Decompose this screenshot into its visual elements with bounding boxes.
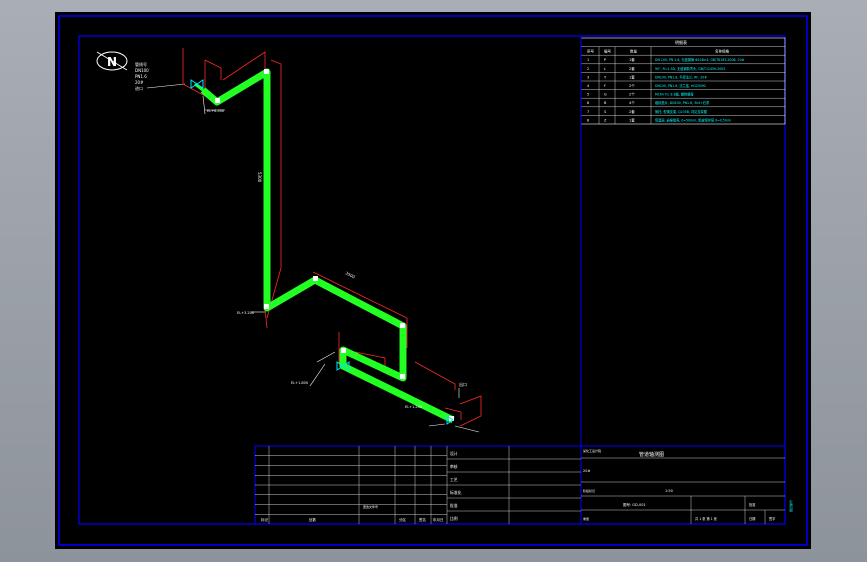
tb-label: 分区 [399, 517, 407, 522]
svg-text:管线号: 管线号 [135, 61, 147, 67]
parts-row-qty: 1套 [629, 74, 635, 79]
red-construction-lines [182, 48, 482, 427]
fitting-marker [341, 348, 346, 353]
elevation-low: EL+1.800 [291, 381, 308, 385]
parts-row-no: 3 [587, 75, 589, 79]
elevation-bot: EL+1.200 [405, 405, 422, 409]
edge-note: 图纸编号 [788, 500, 793, 512]
parts-table-header: 数量 [630, 49, 638, 54]
parts-row-qty: 4个 [629, 100, 635, 105]
tb-material: 20# [583, 469, 590, 473]
fittings [215, 69, 454, 421]
pipe-segment [200, 68, 455, 424]
inlet-label: 进口 [135, 85, 143, 91]
tb-company: 某化工设计院 [583, 448, 601, 453]
tb-label: 年月日 [433, 517, 444, 522]
parts-table: 明细表序号 编号 数量 名称规格 1 P 1套 DN 100, PN 1.6, 无缝钢管 Φ1… [580, 37, 786, 125]
parts-row-desc: M16×70, 8.8级, 螺栓螺母 [655, 92, 694, 97]
compass-label: N [107, 55, 117, 69]
parts-row-qty: 1套 [629, 57, 635, 62]
tb-label: 签名 [419, 517, 426, 522]
tb-scale: 1:50 [665, 489, 673, 493]
tb-footer: 日期 [749, 516, 755, 521]
tb-sheet: 共 1 张 第 1 张 [695, 516, 718, 521]
svg-text:DN100: DN100 [135, 68, 149, 73]
parts-row-desc: 管托, 型钢支架, Q235B, 详见支架图 [655, 109, 707, 114]
parts-row-no: 2 [587, 67, 589, 71]
leaders [202, 95, 480, 433]
parts-row-desc: DN100, PN1.6, 法兰盖, HG20592 [655, 83, 706, 88]
fitting-marker [264, 304, 269, 309]
tb-label: 处数 [309, 517, 317, 522]
svg-text:20#: 20# [135, 80, 144, 85]
drawing-viewport[interactable]: N 管线号 DN100 PN1.6 20# 进口 5300 3500 EL+6.… [55, 12, 811, 549]
parts-row-code: B [604, 101, 607, 105]
parts-row-no: 5 [587, 93, 589, 97]
tb-sign-label: 比例 [450, 516, 458, 521]
parts-row-code: F [604, 84, 606, 88]
elevation-top: EL+6.500 [207, 109, 224, 113]
elevation-mid: EL+3.200 [237, 311, 254, 315]
tb-sign-label: 批准 [450, 503, 458, 508]
parts-row-code: L [604, 67, 606, 71]
parts-row-code: Z [604, 118, 607, 122]
parts-table-header: 编号 [604, 49, 612, 54]
title-block: 标记 处数 分区 签名 年月日 更改文件号 设计审核工艺标准化批准比例 某化工设计院管道轴测图… [254, 445, 786, 525]
inlet-callout: 管线号 DN100 PN1.6 20# 进口 [135, 61, 186, 91]
fitting-marker [400, 374, 405, 379]
parts-row-qty: 1套 [629, 117, 635, 122]
tb-sign-label: 工艺 [450, 477, 458, 482]
tb-drawing-no: 图号: GD-001 [623, 502, 646, 507]
parts-row-desc: DN100, PN1.6, 平焊法兰, RF, 20# [655, 74, 707, 79]
cad-window: N 管线号 DN100 PN1.6 20# 进口 5300 3500 EL+6.… [0, 0, 867, 562]
parts-row-qty: 2个 [629, 92, 635, 97]
outlet-label: 出口 [459, 381, 467, 387]
north-compass: N [96, 51, 128, 71]
pipe-route [194, 68, 455, 424]
dim-vertical: 5300 [257, 172, 262, 183]
parts-table-header: 序号 [587, 49, 595, 54]
parts-row-desc: 缠绕垫片, DN100, PN1.6, 304+石墨 [655, 100, 710, 105]
parts-row-qty: 2套 [629, 109, 635, 114]
parts-row-desc: 保温层, 岩棉管壳, δ=50mm, 铝皮保护层 δ=0.5mm [655, 117, 731, 122]
parts-row-no: 7 [587, 110, 589, 114]
parts-row-qty: 2个 [629, 83, 635, 88]
parts-row-code: T [603, 75, 607, 79]
tb-sign-label: 审核 [450, 464, 458, 469]
parts-row-code: P [604, 58, 606, 62]
tb-sign-label: 设计 [450, 451, 458, 456]
parts-table-title: 明细表 [675, 39, 687, 45]
tb-label: 更改文件号 [363, 504, 378, 509]
parts-row-code: G [604, 93, 607, 97]
parts-row-qty: 2套 [629, 66, 635, 71]
tb-footer: 签字 [769, 516, 775, 521]
dim-horizontal: 3500 [345, 270, 357, 279]
tb-stage: 阶段标记 [583, 488, 595, 493]
tb-sign-label: 标准化 [450, 490, 462, 495]
parts-row-desc: 90°, R=1.5D, 无缝钢制弯头, GB/T12459-2005 [655, 66, 725, 71]
parts-row-code: S [604, 110, 607, 114]
svg-text:PN1.6: PN1.6 [135, 74, 147, 79]
fitting-marker [400, 323, 405, 328]
fitting-marker [264, 69, 269, 74]
parts-table-header: 名称规格 [715, 49, 729, 54]
parts-row-no: 6 [587, 101, 589, 105]
valve-symbols [190, 79, 454, 425]
drawing-canvas: N 管线号 DN100 PN1.6 20# 进口 5300 3500 EL+6.… [58, 15, 808, 546]
tb-footer: 批准 [749, 502, 756, 507]
parts-row-no: 4 [587, 84, 590, 88]
fitting-marker [313, 276, 318, 281]
tb-weight: 重量 [583, 516, 589, 521]
parts-row-desc: DN 100, PN 1.6, 无缝钢管 Φ108×4, GB/T8163-20… [655, 57, 745, 62]
tb-drawing-title: 管道轴测图 [639, 451, 664, 458]
parts-row-no: 1 [587, 58, 589, 62]
tb-label: 标记 [261, 517, 269, 522]
fitting-marker [215, 98, 220, 103]
parts-row-no: 8 [587, 118, 589, 122]
